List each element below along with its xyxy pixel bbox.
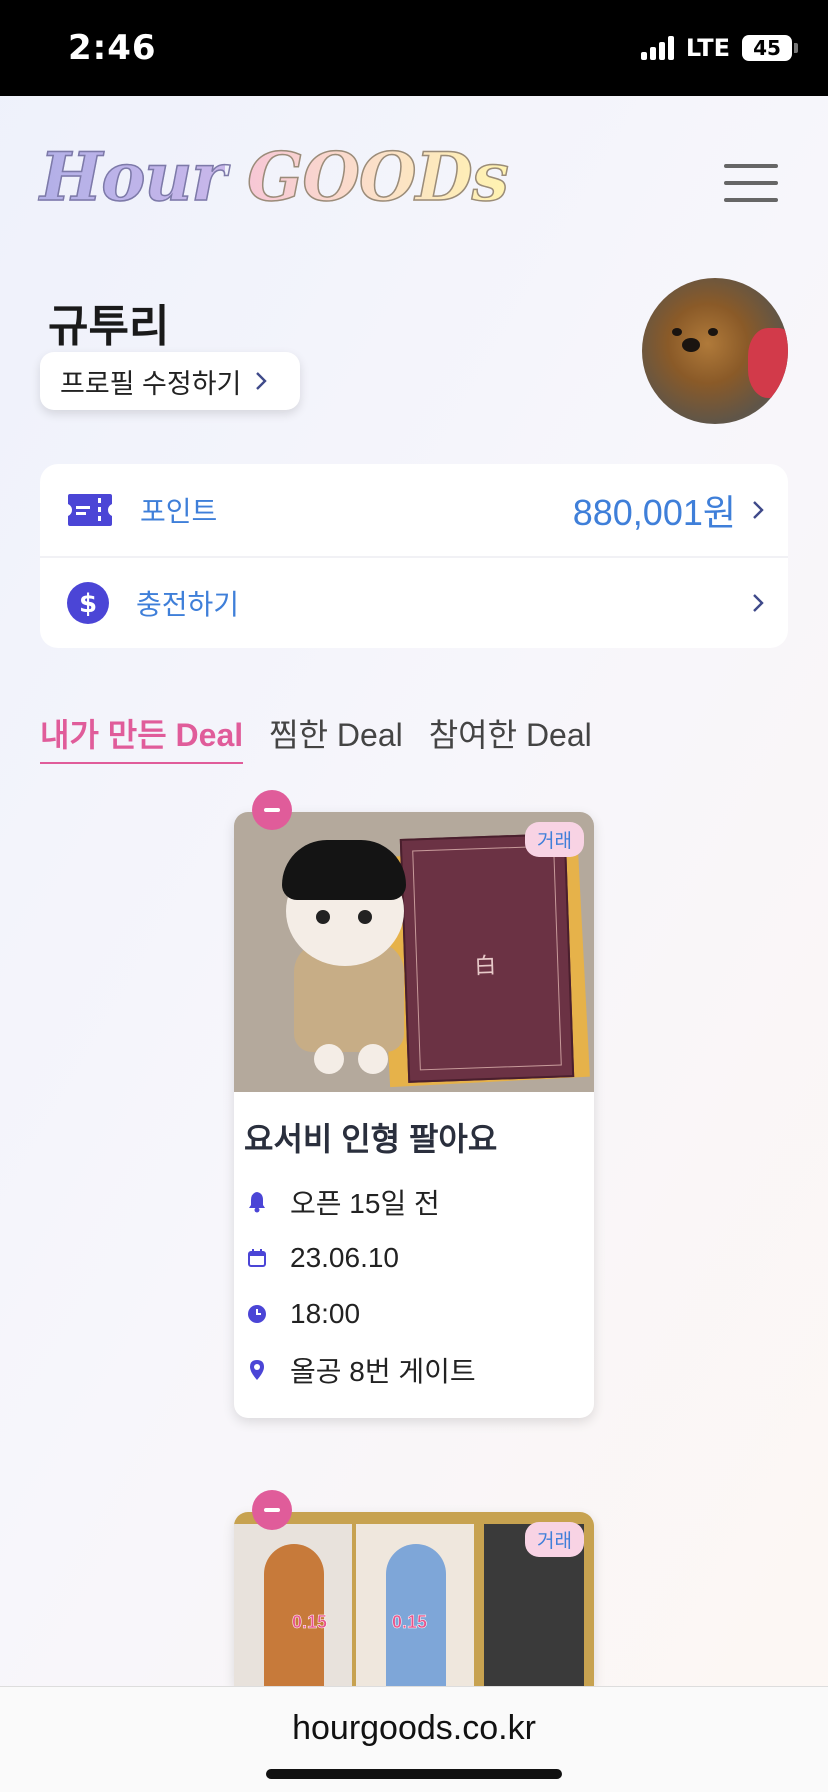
browser-bar: hourgoods.co.kr (0, 1686, 828, 1792)
remove-deal-button[interactable] (252, 1490, 292, 1530)
battery-icon: 45 (742, 35, 798, 61)
deal-time-item: 18:00 (246, 1286, 594, 1342)
photo-label: 0.15 (292, 1612, 328, 1633)
tab-liked-deals[interactable]: 찜한 Deal (269, 710, 403, 764)
points-label: 포인트 (140, 496, 218, 527)
tab-joined-deals[interactable]: 참여한 Deal (429, 710, 592, 764)
ticket-icon (68, 494, 112, 526)
chevron-right-icon (753, 501, 764, 519)
deal-location-item: 올공 8번 게이트 (246, 1342, 594, 1398)
signal-icon (640, 36, 674, 60)
deal-date: 23.06.10 (290, 1242, 399, 1273)
network-type: LTE (685, 34, 730, 62)
clock-icon (246, 1303, 268, 1325)
deal-location: 올공 8번 게이트 (290, 1356, 476, 1387)
deal-card[interactable]: 0.15 0.15 거래 (234, 1512, 594, 1686)
app-logo[interactable]: Hour GOODs (39, 137, 509, 217)
deal-title: 요서비 인형 팔아요 (244, 1121, 498, 1157)
dollar-icon: $ (67, 582, 109, 624)
status-bar: 2:46 LTE 45 (0, 0, 828, 96)
deal-tabs: 내가 만든 Deal 찜한 Deal 참여한 Deal (40, 710, 592, 764)
hamburger-menu-icon[interactable] (724, 162, 780, 204)
deal-image: 0.15 0.15 거래 (234, 1512, 594, 1686)
username: 규투리 (48, 302, 170, 351)
deal-type-badge: 거래 (525, 1522, 584, 1557)
battery-level: 45 (753, 36, 781, 60)
edit-profile-label: 프로필 수정하기 (60, 368, 242, 399)
points-value: 880,001원 (572, 492, 736, 533)
deal-card[interactable]: 白 거래 요서비 인형 팔아요 오픈 15일 전 23.06.10 18:00 (234, 812, 594, 1418)
chevron-right-icon (753, 594, 764, 612)
bell-icon (246, 1191, 268, 1213)
remove-deal-button[interactable] (252, 790, 292, 830)
tab-my-deals[interactable]: 내가 만든 Deal (40, 710, 244, 764)
minus-icon (264, 808, 280, 812)
photo-label: 0.15 (392, 1612, 428, 1633)
url-field[interactable]: hourgoods.co.kr (0, 1709, 828, 1748)
charge-label: 충전하기 (136, 589, 240, 620)
deal-info-list: 오픈 15일 전 23.06.10 18:00 올공 8번 게이트 (234, 1160, 594, 1418)
calendar-icon (246, 1247, 268, 1269)
deal-open-item: 오픈 15일 전 (246, 1174, 594, 1230)
logo-text-hour: Hour (39, 137, 227, 217)
home-indicator[interactable] (266, 1769, 562, 1779)
logo-text-goods: GOODs (246, 137, 509, 217)
edit-profile-button[interactable]: 프로필 수정하기 (40, 352, 300, 410)
deal-type-badge: 거래 (525, 822, 584, 857)
status-time: 2:46 (68, 28, 157, 68)
deal-image: 白 거래 (234, 812, 594, 1092)
charge-row[interactable]: $ 충전하기 (40, 556, 788, 648)
deal-open: 오픈 15일 전 (290, 1188, 440, 1219)
minus-icon (264, 1508, 280, 1512)
svg-text:$: $ (79, 589, 97, 619)
deal-date-item: 23.06.10 (246, 1230, 594, 1286)
points-row[interactable]: 포인트 880,001원 (40, 464, 788, 556)
avatar[interactable] (642, 278, 788, 424)
chevron-right-icon (256, 372, 268, 390)
status-indicators: LTE 45 (640, 34, 798, 62)
deal-time: 18:00 (290, 1298, 361, 1329)
location-pin-icon (246, 1359, 268, 1381)
